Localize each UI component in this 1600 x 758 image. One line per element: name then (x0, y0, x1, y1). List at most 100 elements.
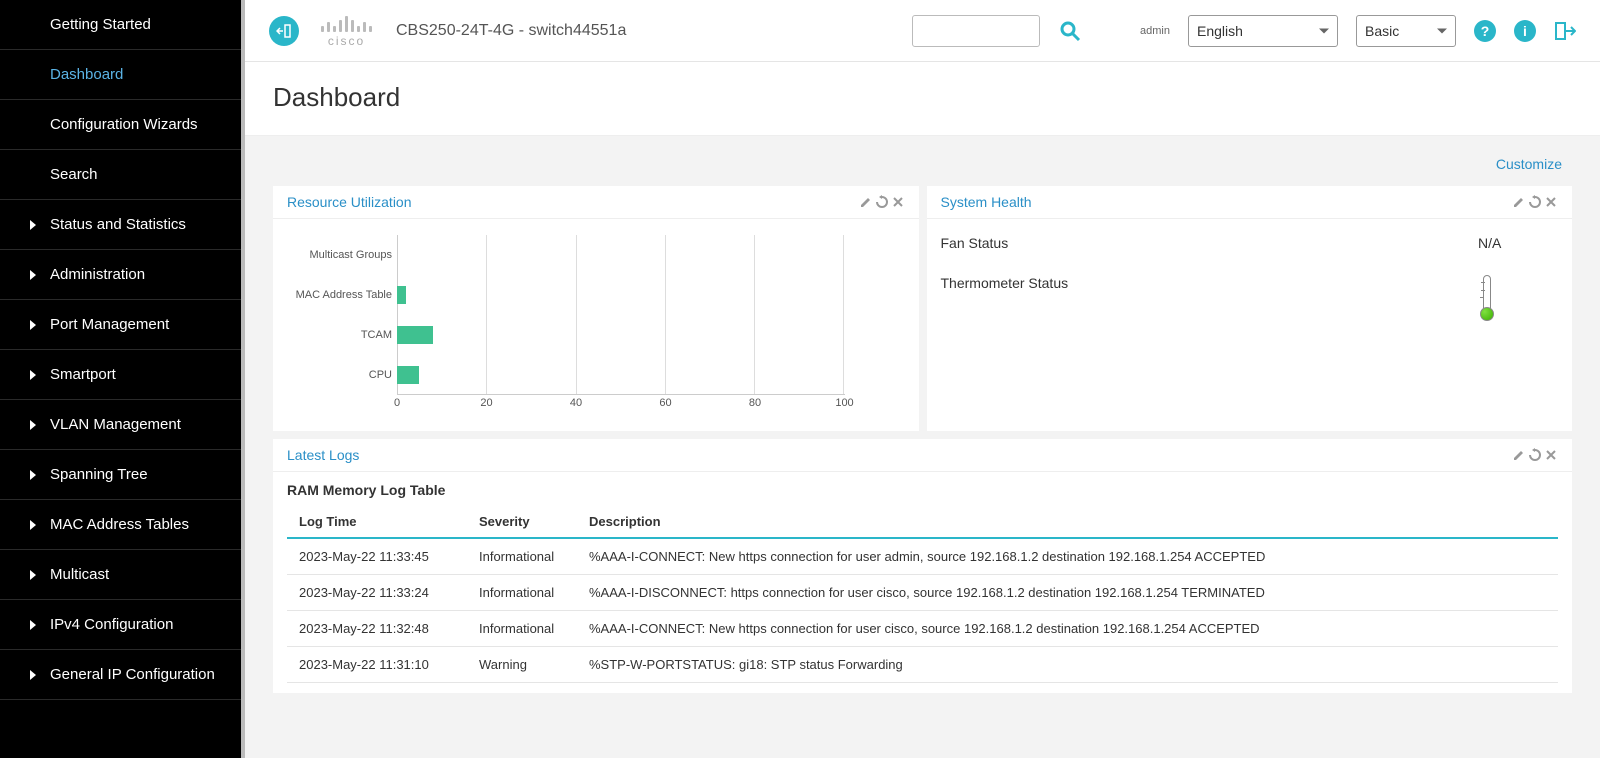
sidebar-item-label: Multicast (50, 566, 109, 583)
log-scroll[interactable]: Log Time Severity Description 2023-May-2… (277, 506, 1568, 683)
sidebar-item-spanning-tree[interactable]: Spanning Tree (0, 450, 241, 500)
refresh-icon[interactable] (1528, 195, 1542, 209)
chart-bar (397, 366, 419, 384)
sidebar-item-label: Search (50, 166, 98, 183)
sidebar-item-dashboard[interactable]: Dashboard (0, 50, 241, 100)
table-row: 2023-May-22 11:33:45Informational%AAA-I-… (287, 538, 1558, 575)
sidebar-item-label: Spanning Tree (50, 466, 148, 483)
info-icon[interactable]: i (1514, 20, 1536, 42)
sidebar-item-configuration-wizards[interactable]: Configuration Wizards (0, 100, 241, 150)
card-title-health: System Health (941, 194, 1032, 210)
cisco-logo: cisco (321, 14, 372, 48)
admin-label: admin (1140, 25, 1170, 37)
sidebar-item-mac-address-tables[interactable]: MAC Address Tables (0, 500, 241, 550)
sidebar-item-label: Administration (50, 266, 145, 283)
log-cell-severity: Warning (467, 647, 577, 683)
mode-selected: Basic (1365, 23, 1399, 39)
log-cell-severity: Informational (467, 575, 577, 611)
edit-icon[interactable] (859, 195, 873, 209)
log-table: Log Time Severity Description 2023-May-2… (287, 506, 1558, 683)
search-icon[interactable] (1058, 19, 1082, 43)
card-title-resource: Resource Utilization (287, 194, 412, 210)
mode-select[interactable]: Basic (1356, 15, 1456, 47)
chart-xtick: 60 (659, 397, 671, 409)
sidebar-item-label: IPv4 Configuration (50, 616, 173, 633)
fan-status-value: N/A (1478, 235, 1558, 251)
log-cell-desc: %AAA-I-DISCONNECT: https connection for … (577, 575, 1558, 611)
col-log-time: Log Time (287, 506, 467, 538)
chart-bar (397, 326, 433, 344)
log-cell-desc: %STP-W-PORTSTATUS: gi18: STP status Forw… (577, 647, 1558, 683)
sidebar-item-label: Status and Statistics (50, 216, 186, 233)
edit-icon[interactable] (1512, 195, 1526, 209)
quick-access-button[interactable] (269, 16, 299, 46)
sidebar-item-status-and-statistics[interactable]: Status and Statistics (0, 200, 241, 250)
fan-status-label: Fan Status (941, 235, 1479, 251)
close-icon[interactable] (1544, 448, 1558, 462)
refresh-icon[interactable] (875, 195, 889, 209)
sidebar-item-smartport[interactable]: Smartport (0, 350, 241, 400)
log-cell-time: 2023-May-22 11:33:24 (287, 575, 467, 611)
content: Dashboard Customize Resource Utilization (245, 62, 1600, 758)
log-cell-severity: Informational (467, 538, 577, 575)
card-title-logs: Latest Logs (287, 447, 359, 463)
resource-chart: Multicast GroupsMAC Address TableTCAMCPU… (397, 235, 845, 415)
sidebar-item-port-management[interactable]: Port Management (0, 300, 241, 350)
thermometer-icon (1478, 275, 1496, 321)
sidebar-item-ipv4-configuration[interactable]: IPv4 Configuration (0, 600, 241, 650)
table-row: 2023-May-22 11:31:10Warning%STP-W-PORTST… (287, 647, 1558, 683)
sidebar-item-label: Port Management (50, 316, 169, 333)
log-cell-time: 2023-May-22 11:32:48 (287, 611, 467, 647)
customize-link[interactable]: Customize (1496, 156, 1562, 172)
edit-icon[interactable] (1512, 448, 1526, 462)
col-description: Description (577, 506, 1558, 538)
sidebar-item-label: Getting Started (50, 16, 151, 33)
chart-category-label: TCAM (287, 329, 392, 341)
page-title: Dashboard (273, 82, 1572, 113)
chart-category-label: MAC Address Table (287, 289, 392, 301)
sidebar-item-label: Dashboard (50, 66, 123, 83)
log-cell-time: 2023-May-22 11:33:45 (287, 538, 467, 575)
chart-xtick: 20 (480, 397, 492, 409)
chart-bar (397, 286, 406, 304)
help-icon[interactable]: ? (1474, 20, 1496, 42)
close-icon[interactable] (891, 195, 905, 209)
device-name: CBS250-24T-4G - switch44551a (396, 22, 626, 40)
chart-row: Multicast Groups (397, 235, 845, 275)
log-cell-desc: %AAA-I-CONNECT: New https connection for… (577, 538, 1558, 575)
sidebar-item-general-ip-configuration[interactable]: General IP Configuration (0, 650, 241, 700)
sidebar-item-label: General IP Configuration (50, 666, 215, 683)
log-cell-desc: %AAA-I-CONNECT: New https connection for… (577, 611, 1558, 647)
chart-xtick: 80 (749, 397, 761, 409)
col-severity: Severity (467, 506, 577, 538)
card-latest-logs: Latest Logs RAM Memory Log Table (273, 439, 1572, 693)
sidebar-item-multicast[interactable]: Multicast (0, 550, 241, 600)
table-row: 2023-May-22 11:32:48Informational%AAA-I-… (287, 611, 1558, 647)
close-icon[interactable] (1544, 195, 1558, 209)
chart-xtick: 100 (835, 397, 853, 409)
chart-xtick: 40 (570, 397, 582, 409)
dashboard-body: Customize Resource Utilization (245, 136, 1600, 758)
chart-row: MAC Address Table (397, 275, 845, 315)
page-title-row: Dashboard (245, 62, 1600, 136)
logout-icon[interactable] (1554, 20, 1576, 42)
log-cell-severity: Informational (467, 611, 577, 647)
chart-category-label: Multicast Groups (287, 249, 392, 261)
sidebar-item-administration[interactable]: Administration (0, 250, 241, 300)
chart-row: TCAM (397, 315, 845, 355)
table-row: 2023-May-22 11:33:24Informational%AAA-I-… (287, 575, 1558, 611)
card-system-health: System Health Fan Status N/A (927, 186, 1573, 431)
chart-row: CPU (397, 355, 845, 395)
sidebar-item-search[interactable]: Search (0, 150, 241, 200)
sidebar-item-getting-started[interactable]: Getting Started (0, 0, 241, 50)
sidebar-item-label: Configuration Wizards (50, 116, 198, 133)
thermo-status-label: Thermometer Status (941, 275, 1479, 324)
sidebar-item-vlan-management[interactable]: VLAN Management (0, 400, 241, 450)
search-input[interactable] (912, 15, 1040, 47)
refresh-icon[interactable] (1528, 448, 1542, 462)
card-resource-utilization: Resource Utilization Multicast GroupsMAC… (273, 186, 919, 431)
language-select[interactable]: English (1188, 15, 1338, 47)
sidebar-item-label: MAC Address Tables (50, 516, 189, 533)
chart-category-label: CPU (287, 369, 392, 381)
arrow-door-icon (276, 23, 292, 39)
